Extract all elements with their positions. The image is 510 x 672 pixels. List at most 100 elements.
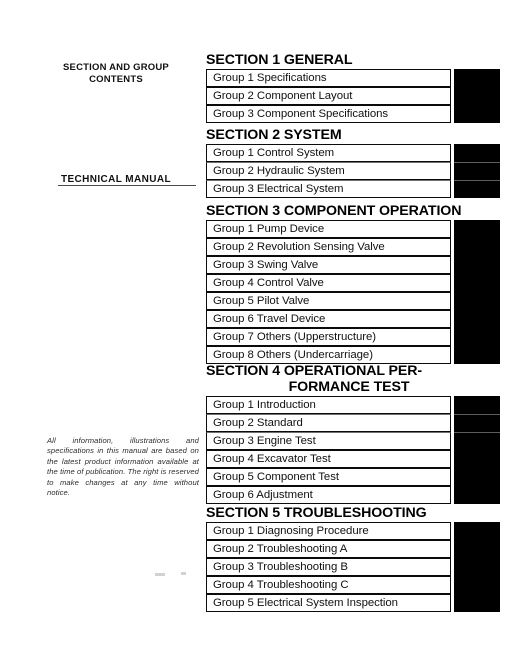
group-label: Group 2 Component Layout (206, 87, 451, 105)
group-table: Group 1 Control System Group 2 Hydraulic … (206, 144, 510, 198)
section-and-group-contents-line-2: CONTENTS (89, 73, 143, 85)
disclaimer-text: All information, illustrations and speci… (47, 436, 199, 498)
group-row[interactable]: Group 1 Introduction (206, 396, 510, 414)
group-index-tab[interactable] (454, 594, 500, 612)
section-heading-line-1: SECTION 3 COMPONENT OPERATION (206, 203, 462, 219)
group-index-tab[interactable] (454, 576, 500, 594)
group-label: Group 5 Electrical System Inspection (206, 594, 451, 612)
group-index-tab[interactable] (454, 292, 500, 310)
group-index-tab[interactable] (454, 540, 500, 558)
section-heading: SECTION 2 SYSTEM (206, 127, 510, 143)
group-label: Group 1 Introduction (206, 396, 451, 414)
group-index-tab[interactable] (454, 238, 500, 256)
section-and-group-contents-heading: SECTION AND GROUP CONTENTS (36, 62, 196, 85)
group-label: Group 3 Electrical System (206, 180, 451, 198)
group-index-tab[interactable] (454, 162, 500, 180)
group-index-tab[interactable] (454, 310, 500, 328)
group-row[interactable]: Group 4 Troubleshooting C (206, 576, 510, 594)
group-label: Group 1 Specifications (206, 69, 451, 87)
group-row[interactable]: Group 3 Troubleshooting B (206, 558, 510, 576)
group-table: Group 1 Diagnosing Procedure Group 2 Trou… (206, 522, 510, 612)
group-label: Group 6 Adjustment (206, 486, 451, 504)
group-row[interactable]: Group 1 Specifications (206, 69, 510, 87)
group-index-tab[interactable] (454, 105, 500, 123)
contents-section: SECTION 2 SYSTEM Group 1 Control System Gr… (206, 127, 510, 198)
group-row[interactable]: Group 1 Diagnosing Procedure (206, 522, 510, 540)
group-index-tab[interactable] (454, 220, 500, 238)
section-heading: SECTION 1 GENERAL (206, 52, 510, 68)
group-index-tab[interactable] (454, 256, 500, 274)
group-label: Group 2 Troubleshooting A (206, 540, 451, 558)
group-label: Group 2 Revolution Sensing Valve (206, 238, 451, 256)
group-row[interactable]: Group 6 Travel Device (206, 310, 510, 328)
group-label: Group 4 Control Valve (206, 274, 451, 292)
group-row[interactable]: Group 4 Control Valve (206, 274, 510, 292)
group-index-tab[interactable] (454, 558, 500, 576)
section-heading: SECTION 4 OPERATIONAL PER- FORMANCE TEST (206, 363, 510, 395)
contents-section: SECTION 4 OPERATIONAL PER- FORMANCE TEST G… (206, 363, 510, 504)
group-row[interactable]: Group 7 Others (Upperstructure) (206, 328, 510, 346)
group-index-tab[interactable] (454, 522, 500, 540)
group-index-tab[interactable] (454, 87, 500, 105)
group-index-tab[interactable] (454, 468, 500, 486)
group-row[interactable]: Group 2 Component Layout (206, 87, 510, 105)
group-row[interactable]: Group 5 Component Test (206, 468, 510, 486)
group-label: Group 4 Troubleshooting C (206, 576, 451, 594)
group-row[interactable]: Group 2 Revolution Sensing Valve (206, 238, 510, 256)
group-table: Group 1 Pump Device Group 2 Revolution Se… (206, 220, 510, 364)
group-index-tab[interactable] (454, 274, 500, 292)
section-heading-line-1: SECTION 2 SYSTEM (206, 127, 342, 143)
group-label: Group 5 Pilot Valve (206, 292, 451, 310)
scan-artifact (155, 573, 165, 576)
section-and-group-contents-line-1: SECTION AND GROUP (63, 62, 169, 73)
group-row[interactable]: Group 2 Hydraulic System (206, 162, 510, 180)
group-index-tab[interactable] (454, 432, 500, 450)
group-label: Group 3 Swing Valve (206, 256, 451, 274)
group-label: Group 8 Others (Undercarriage) (206, 346, 451, 364)
group-index-tab[interactable] (454, 328, 500, 346)
group-label: Group 4 Excavator Test (206, 450, 451, 468)
group-row[interactable]: Group 3 Engine Test (206, 432, 510, 450)
group-row[interactable]: Group 6 Adjustment (206, 486, 510, 504)
group-label: Group 1 Diagnosing Procedure (206, 522, 451, 540)
scan-artifact (181, 572, 186, 575)
section-heading: SECTION 5 TROUBLESHOOTING (206, 505, 510, 521)
section-heading: SECTION 3 COMPONENT OPERATION (206, 203, 510, 219)
group-index-tab[interactable] (454, 414, 500, 432)
group-index-tab[interactable] (454, 180, 500, 198)
group-table: Group 1 Specifications Group 2 Component … (206, 69, 510, 123)
group-label: Group 2 Standard (206, 414, 451, 432)
group-index-tab[interactable] (454, 450, 500, 468)
contents-column: SECTION 1 GENERAL Group 1 Specifications G… (206, 0, 510, 672)
contents-section: SECTION 5 TROUBLESHOOTING Group 1 Diagnos… (206, 505, 510, 612)
left-column: SECTION AND GROUP CONTENTS TECHNICAL MAN… (0, 0, 200, 672)
group-row[interactable]: Group 3 Component Specifications (206, 105, 510, 123)
group-index-tab[interactable] (454, 69, 500, 87)
section-heading-line-1: SECTION 1 GENERAL (206, 52, 353, 68)
group-index-tab[interactable] (454, 144, 500, 162)
group-row[interactable]: Group 3 Swing Valve (206, 256, 510, 274)
group-row[interactable]: Group 1 Pump Device (206, 220, 510, 238)
section-heading-line-1: SECTION 4 OPERATIONAL PER- (206, 363, 423, 379)
group-row[interactable]: Group 5 Electrical System Inspection (206, 594, 510, 612)
group-label: Group 6 Travel Device (206, 310, 451, 328)
group-row[interactable]: Group 5 Pilot Valve (206, 292, 510, 310)
group-label: Group 3 Engine Test (206, 432, 451, 450)
section-heading-line-2: FORMANCE TEST (288, 379, 410, 395)
group-label: Group 2 Hydraulic System (206, 162, 451, 180)
group-row[interactable]: Group 3 Electrical System (206, 180, 510, 198)
group-row[interactable]: Group 2 Standard (206, 414, 510, 432)
group-row[interactable]: Group 8 Others (Undercarriage) (206, 346, 510, 364)
group-row[interactable]: Group 2 Troubleshooting A (206, 540, 510, 558)
group-index-tab[interactable] (454, 396, 500, 414)
technical-manual-underline (58, 185, 196, 186)
group-label: Group 5 Component Test (206, 468, 451, 486)
group-row[interactable]: Group 1 Control System (206, 144, 510, 162)
group-label: Group 3 Troubleshooting B (206, 558, 451, 576)
group-index-tab[interactable] (454, 346, 500, 364)
contents-section: SECTION 1 GENERAL Group 1 Specifications G… (206, 52, 510, 123)
group-index-tab[interactable] (454, 486, 500, 504)
group-row[interactable]: Group 4 Excavator Test (206, 450, 510, 468)
group-label: Group 7 Others (Upperstructure) (206, 328, 451, 346)
section-heading-line-1: SECTION 5 TROUBLESHOOTING (206, 505, 427, 521)
